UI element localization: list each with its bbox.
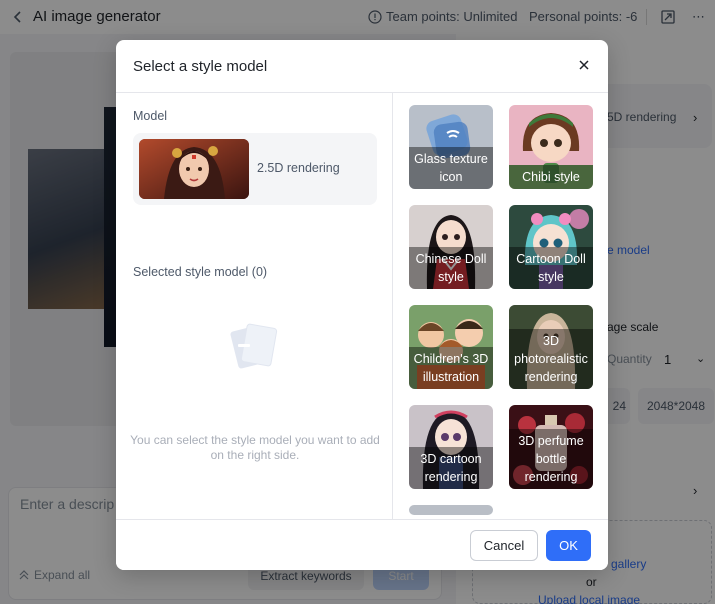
current-model-name: 2.5D rendering bbox=[257, 161, 340, 175]
style-card-chibi-style[interactable]: Chibi style bbox=[509, 105, 593, 189]
style-model-dialog: Select a style model Model 2.5D renderin… bbox=[116, 40, 608, 570]
style-label: Glass texture icon bbox=[409, 147, 493, 189]
style-card-cartoon-doll-style[interactable]: Cartoon Doll style bbox=[509, 205, 593, 289]
style-label: Chibi style bbox=[509, 165, 593, 189]
close-icon[interactable] bbox=[576, 57, 592, 73]
style-card-glass-texture-icon[interactable]: Glass texture icon bbox=[409, 105, 493, 189]
selection-pane: Model 2.5D rendering Selected style mode… bbox=[116, 93, 393, 519]
style-label: Cartoon Doll style bbox=[509, 247, 593, 289]
style-card-childrens-3d-illustration[interactable]: Children's 3D illustration bbox=[409, 305, 493, 389]
style-card-3d-cartoon-rendering[interactable]: 3D cartoon rendering bbox=[409, 405, 493, 489]
selected-style-label: Selected style model (0) bbox=[133, 265, 268, 279]
style-label: 3D perfume bottle rendering bbox=[509, 429, 593, 489]
cancel-button[interactable]: Cancel bbox=[470, 530, 538, 561]
current-model-card[interactable]: 2.5D rendering bbox=[133, 133, 377, 205]
style-label: Chinese Doll style bbox=[409, 247, 493, 289]
ok-button[interactable]: OK bbox=[546, 530, 591, 561]
style-label: 3D photorealistic rendering bbox=[509, 329, 593, 389]
dialog-footer: Cancel OK bbox=[116, 519, 608, 570]
dialog-title: Select a style model bbox=[133, 58, 268, 75]
style-label: Children's 3D illustration bbox=[409, 347, 493, 389]
model-thumbnail bbox=[139, 139, 249, 199]
style-label: 3D cartoon rendering bbox=[409, 447, 493, 489]
style-card-next[interactable] bbox=[409, 505, 493, 515]
style-card-chinese-doll-style[interactable]: Chinese Doll style bbox=[409, 205, 493, 289]
dialog-header: Select a style model bbox=[116, 40, 608, 93]
style-grid: Glass texture icon Chibi style Chinese D… bbox=[409, 105, 593, 515]
empty-state-text: You can select the style model you want … bbox=[130, 433, 380, 462]
empty-cards-icon bbox=[226, 318, 282, 374]
style-artwork bbox=[409, 505, 493, 515]
model-label: Model bbox=[133, 109, 168, 123]
style-card-3d-photorealistic-rendering[interactable]: 3D photorealistic rendering bbox=[509, 305, 593, 389]
style-card-3d-perfume-bottle-rendering[interactable]: 3D perfume bottle rendering bbox=[509, 405, 593, 489]
style-list-pane: Glass texture icon Chibi style Chinese D… bbox=[394, 93, 608, 519]
